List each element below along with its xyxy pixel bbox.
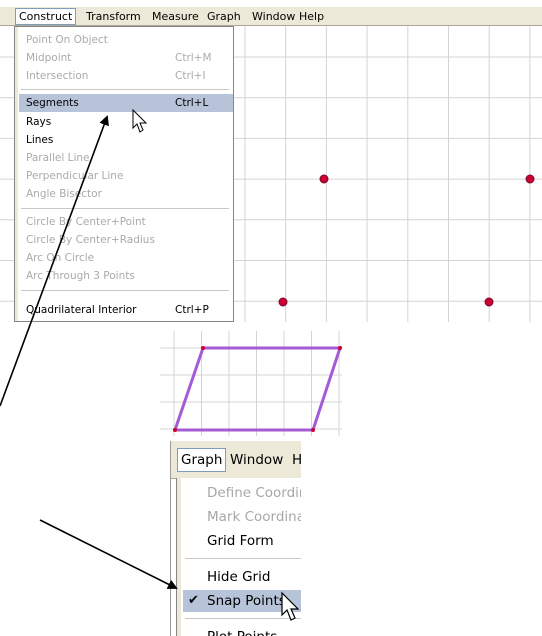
menu-item-arc-on-circle: Arc On Circle	[26, 252, 95, 264]
vertex-point[interactable]	[173, 428, 177, 432]
parallelogram-shape[interactable]	[172, 346, 342, 432]
menu-item-lines[interactable]: Lines	[19, 131, 233, 149]
menu-separator	[21, 89, 229, 90]
menu-left-strip	[177, 478, 181, 636]
sketch-point[interactable]	[319, 174, 329, 184]
graph-menu-screenshot: Graph Window H Define Coordinate Mark Co…	[170, 441, 301, 636]
mouse-cursor-icon	[281, 591, 300, 621]
sketch-point[interactable]	[278, 297, 288, 307]
menu-item-rays[interactable]: Rays	[19, 113, 233, 131]
menu-item-circle-center-point: Circle By Center+Point	[26, 216, 146, 228]
menu-item-perpendicular-line: Perpendicular Line	[26, 170, 124, 182]
construct-dropdown-menu: Point On Object Midpoint Ctrl+M Intersect…	[14, 26, 234, 322]
menu-separator	[21, 290, 229, 291]
menu-graph[interactable]: Graph	[204, 9, 244, 24]
sketch-point[interactable]	[525, 174, 535, 184]
parallelogram-screenshot	[160, 331, 342, 436]
menu-item-intersection: Intersection Ctrl+I	[26, 70, 206, 82]
menu-help[interactable]: Help	[296, 9, 327, 24]
menu-transform[interactable]: Transform	[83, 9, 144, 24]
menu-bar: Graph Window H	[171, 441, 301, 479]
menu-item-angle-bisector: Angle Bisector	[26, 188, 102, 200]
menu-item-grid-form[interactable]: Grid Form	[183, 530, 301, 552]
menu-window[interactable]: Window	[227, 449, 286, 471]
menu-item-hide-grid[interactable]: Hide Grid	[183, 566, 301, 588]
menu-item-arc-three-points: Arc Through 3 Points	[26, 270, 135, 282]
menu-left-strip	[15, 27, 18, 321]
vertex-point[interactable]	[201, 346, 205, 350]
menu-item-plot-points[interactable]: Plot Points	[183, 626, 301, 636]
menu-item-define-coordinate: Define Coordinate	[207, 485, 301, 501]
menu-help[interactable]: H	[289, 449, 301, 471]
menu-graph[interactable]: Graph	[177, 448, 227, 472]
menu-bar: Construct Transform Measure Graph Window…	[0, 6, 542, 26]
vertex-point[interactable]	[311, 428, 315, 432]
menu-item-parallel-line: Parallel Line	[26, 152, 90, 164]
annotation-arrow	[39, 519, 178, 589]
menu-item-quadrilateral-interior[interactable]: Quadrilateral Interior Ctrl+P	[19, 301, 233, 319]
menu-item-circle-center-radius: Circle By Center+Radius	[26, 234, 155, 246]
menu-item-midpoint: Midpoint Ctrl+M	[26, 52, 212, 64]
menu-separator	[21, 208, 229, 209]
menu-item-point-on-object: Point On Object	[26, 34, 108, 46]
sketch-point[interactable]	[484, 297, 494, 307]
checkmark-icon: ✔	[188, 593, 199, 608]
construct-screenshot: Construct Transform Measure Graph Window…	[0, 0, 542, 322]
menu-separator	[185, 558, 301, 559]
menu-item-mark-coordinate: Mark Coordinate S	[207, 509, 301, 525]
menu-measure[interactable]: Measure	[149, 9, 202, 24]
menu-window[interactable]: Window	[249, 9, 298, 24]
vertex-point[interactable]	[338, 346, 342, 350]
menu-construct[interactable]: Construct	[15, 8, 77, 25]
menu-item-segments[interactable]: Segments Ctrl+L	[19, 94, 233, 112]
